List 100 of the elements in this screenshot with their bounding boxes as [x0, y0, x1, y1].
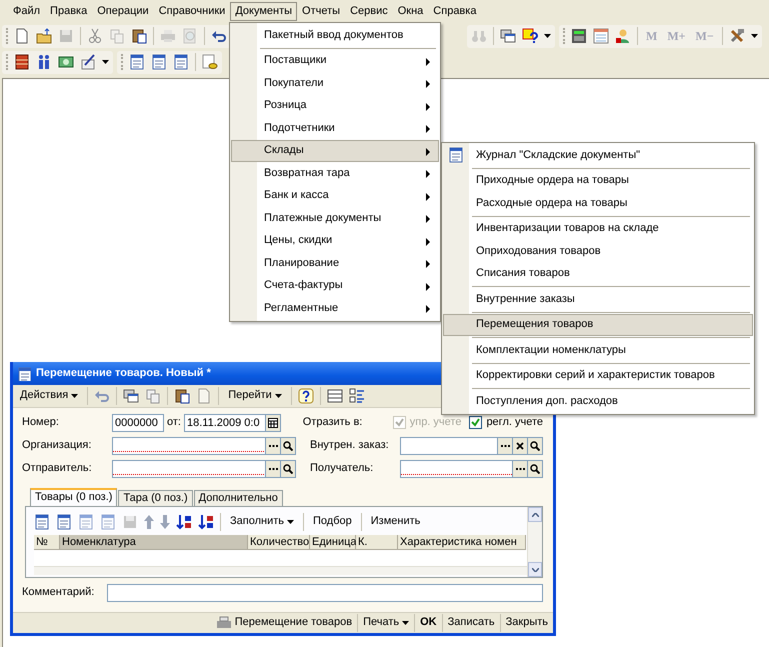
menu-item[interactable]: Сервис — [345, 2, 393, 22]
open-button[interactable] — [281, 460, 296, 478]
menu-item[interactable]: Отчеты — [297, 2, 346, 22]
select-button[interactable] — [513, 460, 528, 478]
menu-item[interactable]: Подотчетники — [231, 117, 439, 140]
actions-menu-button[interactable]: Действия — [17, 388, 82, 404]
menu-item[interactable]: Правка — [45, 2, 92, 22]
select-button[interactable] — [266, 436, 281, 454]
goto-menu-button[interactable]: Перейти — [225, 388, 285, 404]
menu-item[interactable]: Покупатели — [231, 72, 439, 94]
help-icon[interactable] — [522, 28, 538, 44]
column-header[interactable]: Номенклатура — [60, 535, 248, 550]
menu-item[interactable]: Корректировки серий и характеристик товаров — [443, 364, 753, 387]
menu-item[interactable]: Справочники — [154, 2, 230, 22]
select-button[interactable] — [498, 436, 513, 454]
column-header[interactable]: К. — [356, 535, 398, 550]
menu-item[interactable]: Приходные ордера на товары — [443, 170, 753, 192]
people-icon[interactable] — [36, 54, 52, 70]
number-field[interactable]: 0000000 — [112, 414, 164, 432]
sort-descending-icon[interactable] — [198, 514, 214, 530]
arrow-icon — [426, 238, 430, 246]
open-button[interactable] — [281, 436, 296, 454]
calendar-icon[interactable] — [593, 28, 609, 44]
menu-item[interactable]: Перемещения товаров — [443, 314, 753, 336]
input-field[interactable] — [112, 436, 266, 454]
menu-item[interactable]: Списания товаров — [443, 262, 753, 285]
input-field[interactable] — [112, 460, 266, 478]
menu-item[interactable]: Поступления доп. расходов — [443, 390, 753, 412]
menu-item[interactable]: Поставщики — [231, 50, 439, 72]
menu-item[interactable]: Инвентаризации товаров на складе — [443, 218, 753, 240]
menu-item[interactable]: Возвратная тара — [231, 162, 439, 184]
column-header[interactable]: Единица — [310, 535, 356, 550]
calendar-button[interactable] — [266, 414, 281, 432]
menu-item[interactable]: Журнал "Складские документы" — [443, 144, 753, 166]
comment-field[interactable] — [107, 584, 543, 602]
calculator-icon[interactable] — [571, 28, 587, 44]
help-icon[interactable] — [298, 388, 314, 404]
menu-item[interactable]: Розница — [231, 94, 439, 117]
cabinet-icon[interactable] — [14, 54, 30, 70]
pick-button[interactable]: Подбор — [310, 514, 355, 530]
document-icon[interactable] — [151, 54, 167, 70]
close-button[interactable]: Закрыть — [502, 615, 551, 631]
open-button[interactable] — [528, 436, 543, 454]
menu-item[interactable]: Документы — [230, 2, 298, 22]
print-menu-button[interactable]: Печать — [360, 615, 412, 631]
new-document-icon[interactable] — [14, 28, 30, 44]
input-field[interactable] — [400, 436, 498, 454]
cut-icon[interactable] — [87, 28, 103, 44]
printer-icon — [216, 616, 232, 630]
menu-item[interactable]: Пакетный ввод документов — [231, 24, 439, 46]
menu-item[interactable]: Склады — [231, 140, 439, 162]
tab[interactable]: Товары (0 поз.) — [30, 488, 118, 506]
ok-button[interactable]: OK — [417, 615, 440, 631]
money-icon[interactable] — [58, 54, 74, 70]
caret-icon — [274, 394, 282, 398]
clear-button[interactable] — [513, 436, 528, 454]
tab[interactable]: Тара (0 поз.) — [118, 490, 193, 506]
menu-item[interactable]: Регламентные — [231, 297, 439, 320]
pen-icon[interactable] — [80, 54, 96, 70]
checklist-icon[interactable] — [348, 388, 365, 404]
menu-item[interactable]: Цены, скидки — [231, 230, 439, 252]
column-header[interactable]: Количество — [248, 535, 310, 550]
menu-item[interactable]: Комплектации номенклатуры — [443, 339, 753, 362]
menu-item[interactable]: Планирование — [231, 252, 439, 274]
menu-item[interactable]: Банк и касса — [231, 184, 439, 207]
caret-icon — [750, 34, 758, 38]
column-header[interactable]: Характеристика номен — [398, 535, 526, 550]
menu-item[interactable]: Справка — [428, 2, 482, 22]
windows-icon[interactable] — [500, 28, 516, 44]
coins-icon[interactable] — [202, 54, 218, 70]
vertical-scrollbar[interactable] — [527, 507, 542, 577]
menu-item[interactable]: Операции — [92, 2, 154, 22]
sort-ascending-icon[interactable] — [176, 514, 192, 530]
user-icon[interactable] — [615, 28, 631, 44]
document-icon[interactable] — [173, 54, 189, 70]
tools-icon[interactable] — [728, 28, 745, 44]
input-field[interactable] — [400, 460, 513, 478]
document-icon[interactable] — [129, 54, 145, 70]
open-folder-icon[interactable] — [36, 28, 52, 44]
menu-item[interactable]: Файл — [8, 2, 46, 22]
menu-item[interactable]: Внутренние заказы — [443, 288, 753, 310]
checkbox[interactable] — [469, 416, 482, 429]
print-form-button[interactable]: Перемещение товаров — [212, 615, 356, 631]
select-button[interactable] — [266, 460, 281, 478]
edit-button[interactable]: Изменить — [368, 514, 424, 530]
menu-item[interactable]: Окна — [392, 2, 428, 22]
horizontal-scrollbar[interactable] — [34, 566, 527, 575]
menu-item[interactable]: Расходные ордера на товары — [443, 192, 753, 214]
column-header[interactable]: № — [34, 535, 60, 550]
field-label: Комментарий: — [22, 586, 96, 600]
save-button[interactable]: Записать — [444, 615, 498, 631]
open-button[interactable] — [528, 460, 543, 478]
list-icon[interactable] — [326, 388, 343, 404]
date-field[interactable]: 18.11.2009 0:0 — [184, 414, 266, 432]
menu-item[interactable]: Платежные документы — [231, 207, 439, 230]
menu-item[interactable]: Оприходования товаров — [443, 240, 753, 262]
tab[interactable]: Дополнительно — [194, 490, 283, 506]
fill-menu-button[interactable]: Заполнить — [227, 514, 298, 530]
paste-icon[interactable] — [131, 28, 147, 44]
menu-item[interactable]: Счета-фактуры — [231, 274, 439, 297]
